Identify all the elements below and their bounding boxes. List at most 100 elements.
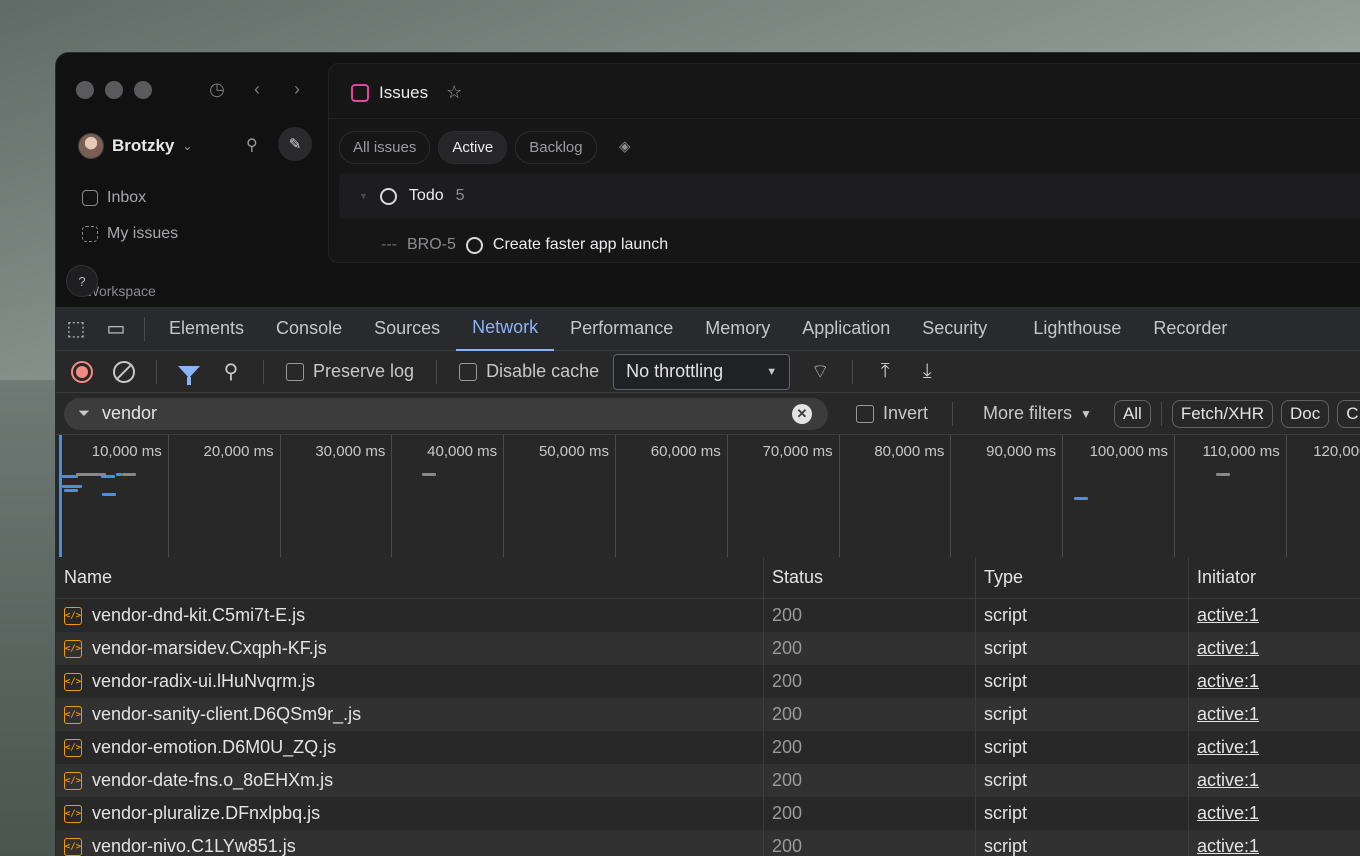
request-initiator-link[interactable]: active:1 bbox=[1189, 665, 1360, 698]
table-row[interactable]: </> vendor-dnd-kit.C5mi7t-E.js 200 script ac… bbox=[56, 599, 1360, 632]
request-initiator-link[interactable]: active:1 bbox=[1189, 797, 1360, 830]
request-name-cell[interactable]: </> vendor-sanity-client.D6QSm9r_.js bbox=[56, 698, 764, 731]
table-row[interactable]: </> vendor-date-fns.o_8oEHXm.js 200 script a… bbox=[56, 764, 1360, 797]
page-title-text: Issues bbox=[379, 82, 429, 102]
tab-security[interactable]: Security bbox=[906, 307, 1003, 351]
request-name: vendor-emotion.D6M0U_ZQ.js bbox=[92, 737, 337, 757]
tab-backlog[interactable]: Backlog bbox=[515, 131, 597, 164]
back-arrow-icon[interactable]: ‹ bbox=[246, 79, 268, 100]
tab-elements[interactable]: Elements bbox=[153, 307, 260, 351]
download-icon[interactable]: ⤓ bbox=[909, 356, 945, 388]
group-header-todo[interactable]: ▼ Todo 5 bbox=[339, 174, 1360, 218]
script-file-icon: </> bbox=[64, 705, 82, 724]
compose-icon[interactable]: ✎ bbox=[278, 127, 312, 161]
tab-sources[interactable]: Sources bbox=[358, 307, 456, 351]
tab-console[interactable]: Console bbox=[260, 307, 358, 351]
table-row[interactable]: </> vendor-marsidev.Cxqph-KF.js 200 script a… bbox=[56, 632, 1360, 665]
layers-icon[interactable]: ◈ bbox=[619, 137, 631, 155]
issue-status-icon[interactable] bbox=[465, 236, 483, 254]
star-icon[interactable]: ☆ bbox=[446, 82, 462, 103]
request-status: 200 bbox=[764, 830, 976, 856]
type-filter-all[interactable]: All bbox=[1113, 399, 1151, 428]
table-row[interactable]: </> vendor-sanity-client.D6QSm9r_.js 200 sc… bbox=[56, 698, 1360, 731]
table-header: Name Status Type Initiator bbox=[56, 557, 1360, 599]
device-toolbar-icon[interactable]: ▭ bbox=[96, 316, 136, 341]
collapse-triangle-icon[interactable]: ▼ bbox=[359, 191, 368, 201]
timeline-tick-label: 100,000 ms bbox=[1089, 443, 1168, 460]
priority-icon[interactable]: --- bbox=[381, 236, 397, 254]
close-window-button[interactable] bbox=[76, 81, 94, 99]
record-button[interactable] bbox=[64, 356, 100, 388]
type-filter-css[interactable]: C bbox=[1337, 399, 1360, 428]
column-header-name[interactable]: Name bbox=[56, 557, 764, 598]
timeline-gridline bbox=[615, 435, 616, 558]
filter-input[interactable]: ⏷ vendor ✕ bbox=[64, 397, 828, 430]
throttling-select[interactable]: No throttling ▼ bbox=[613, 353, 791, 390]
preserve-log-checkbox[interactable]: Preserve log bbox=[278, 361, 422, 382]
inbox-icon bbox=[82, 190, 98, 206]
clear-filter-icon[interactable]: ✕ bbox=[792, 403, 812, 424]
request-name-cell[interactable]: </> vendor-dnd-kit.C5mi7t-E.js bbox=[56, 599, 764, 632]
type-filter-doc[interactable]: Doc bbox=[1280, 399, 1330, 428]
tab-lighthouse[interactable]: Lighthouse bbox=[1017, 307, 1137, 351]
issue-row[interactable]: --- BRO-5 Create faster app launch bbox=[381, 236, 668, 254]
table-row[interactable]: </> vendor-emotion.D6M0U_ZQ.js 200 script ac… bbox=[56, 731, 1360, 764]
inspect-element-icon[interactable]: ⬚ bbox=[56, 316, 96, 341]
disable-cache-checkbox[interactable]: Disable cache bbox=[451, 361, 607, 382]
requests-table: Name Status Type Initiator </> vendor-dnd… bbox=[56, 557, 1360, 856]
tab-application[interactable]: Application bbox=[786, 307, 906, 351]
request-initiator-link[interactable]: active:1 bbox=[1189, 698, 1360, 731]
upload-icon[interactable]: ⤒ bbox=[867, 356, 903, 388]
checkbox-icon[interactable] bbox=[459, 362, 478, 381]
help-button[interactable]: ? bbox=[66, 265, 98, 297]
search-icon[interactable]: ⚲ bbox=[246, 135, 258, 155]
request-initiator-link[interactable]: active:1 bbox=[1189, 599, 1360, 632]
checkbox-icon[interactable] bbox=[856, 404, 874, 423]
sidebar-item-my-issues[interactable]: My issues bbox=[82, 225, 178, 243]
zoom-window-button[interactable] bbox=[134, 81, 152, 99]
request-name-cell[interactable]: </> vendor-pluralize.DFnxlpbq.js bbox=[56, 797, 764, 830]
checkbox-icon[interactable] bbox=[286, 362, 304, 381]
request-name-cell[interactable]: </> vendor-nivo.C1LYw851.js bbox=[56, 830, 764, 856]
timeline-tick-label: 70,000 ms bbox=[762, 443, 833, 460]
type-filter-fetch-xhr[interactable]: Fetch/XHR bbox=[1171, 399, 1273, 428]
sidebar-item-inbox[interactable]: Inbox bbox=[82, 189, 146, 207]
invert-checkbox[interactable]: Invert bbox=[848, 403, 936, 424]
request-initiator-link[interactable]: active:1 bbox=[1189, 830, 1360, 856]
request-name-cell[interactable]: </> vendor-date-fns.o_8oEHXm.js bbox=[56, 764, 764, 797]
column-header-initiator[interactable]: Initiator bbox=[1189, 557, 1360, 598]
forward-arrow-icon[interactable]: › bbox=[286, 79, 308, 100]
column-header-type[interactable]: Type bbox=[976, 557, 1189, 598]
request-name-cell[interactable]: </> vendor-marsidev.Cxqph-KF.js bbox=[56, 632, 764, 665]
request-type: script bbox=[976, 698, 1189, 731]
network-overview[interactable]: 10,000 ms 20,000 ms 30,000 ms 40,000 ms 50,0… bbox=[56, 435, 1360, 559]
tab-memory[interactable]: Memory bbox=[689, 307, 786, 351]
column-header-status[interactable]: Status bbox=[764, 557, 976, 598]
tab-all-issues[interactable]: All issues bbox=[339, 131, 431, 164]
table-row[interactable]: </> vendor-radix-ui.lHuNvqrm.js 200 script a… bbox=[56, 665, 1360, 698]
tab-performance[interactable]: Performance bbox=[554, 307, 689, 351]
tab-active[interactable]: Active bbox=[438, 131, 508, 164]
more-filters-dropdown[interactable]: More filters ▼ bbox=[969, 403, 1106, 424]
request-name-cell[interactable]: </> vendor-radix-ui.lHuNvqrm.js bbox=[56, 665, 764, 698]
history-icon[interactable]: ◷ bbox=[206, 79, 228, 100]
request-initiator-link[interactable]: active:1 bbox=[1189, 632, 1360, 665]
network-conditions-icon[interactable]: ⌔ bbox=[802, 356, 838, 388]
tab-recorder[interactable]: Recorder bbox=[1137, 307, 1243, 351]
request-status: 200 bbox=[764, 665, 976, 698]
request-initiator-link[interactable]: active:1 bbox=[1189, 731, 1360, 764]
table-row[interactable]: </> vendor-nivo.C1LYw851.js 200 script activ… bbox=[56, 830, 1360, 856]
table-row[interactable]: </> vendor-pluralize.DFnxlpbq.js 200 script… bbox=[56, 797, 1360, 830]
request-name-cell[interactable]: </> vendor-emotion.D6M0U_ZQ.js bbox=[56, 731, 764, 764]
filter-value[interactable]: vendor bbox=[102, 403, 157, 424]
search-button[interactable]: ⚲ bbox=[213, 356, 249, 388]
clear-button[interactable] bbox=[106, 356, 142, 388]
filter-toggle-button[interactable] bbox=[171, 356, 207, 388]
workspace-switcher[interactable]: Brotzky ⌄ bbox=[78, 133, 192, 159]
tab-network[interactable]: Network bbox=[456, 307, 555, 351]
group-label: Todo bbox=[408, 187, 444, 204]
minimize-window-button[interactable] bbox=[105, 81, 123, 99]
search-icon: ⚲ bbox=[223, 361, 239, 383]
request-initiator-link[interactable]: active:1 bbox=[1189, 764, 1360, 797]
filter-icon bbox=[178, 365, 200, 385]
